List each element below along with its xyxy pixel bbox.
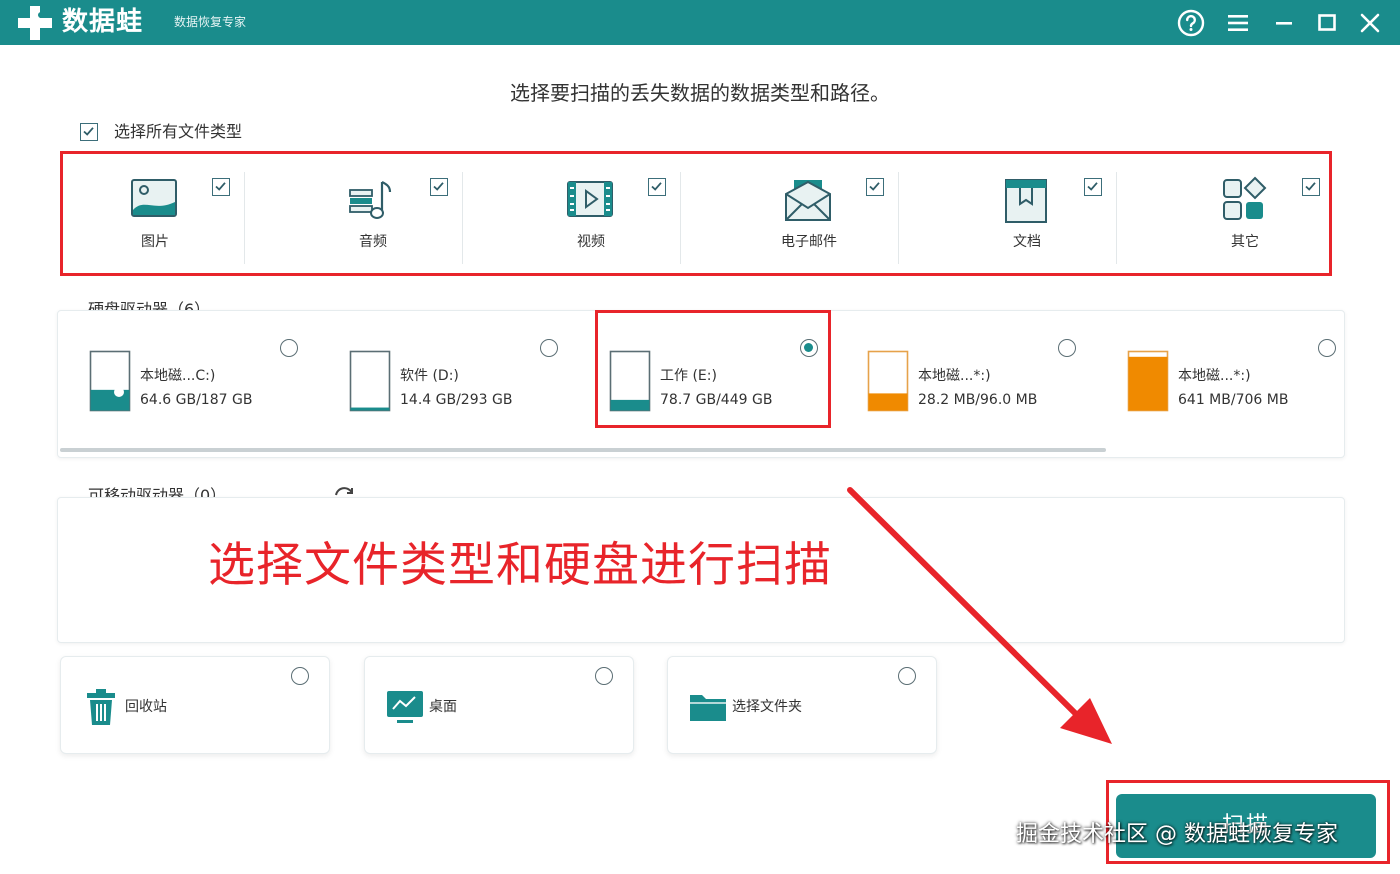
logo-icon <box>18 6 52 40</box>
menu-icon[interactable] <box>1223 8 1253 38</box>
drive-size: 14.4 GB/293 GB <box>400 392 513 408</box>
folder-icon <box>690 695 726 721</box>
drive-size: 28.2 MB/96.0 MB <box>918 392 1038 408</box>
drive-name: 本地磁...*:) <box>1178 368 1251 384</box>
location-label: 回收站 <box>125 699 167 715</box>
drive-size: 64.6 GB/187 GB <box>140 392 253 408</box>
drive-item[interactable]: 本地磁...*:) 28.2 MB/96.0 MB <box>838 332 1093 422</box>
app-brand: 数据蛙 <box>62 7 144 37</box>
drive-name: 本地磁...C:) <box>140 368 216 384</box>
location-radio[interactable] <box>291 667 309 685</box>
drive-icon <box>349 350 391 412</box>
drive-radio[interactable] <box>1318 339 1336 357</box>
drive-name: 软件 (D:) <box>400 368 459 384</box>
minimize-icon[interactable] <box>1269 8 1299 38</box>
location-desktop[interactable]: 桌面 <box>364 656 634 754</box>
location-label: 桌面 <box>429 699 457 715</box>
drive-name: 本地磁...*:) <box>918 368 991 384</box>
drive-item[interactable]: 本地磁...C:) 64.6 GB/187 GB <box>60 332 315 422</box>
watermark-text: 掘金技术社区 @ 数据蛙恢复专家 <box>1016 822 1338 847</box>
drive-size: 641 MB/706 MB <box>1178 392 1289 408</box>
drive-radio[interactable] <box>540 339 558 357</box>
drive-icon <box>1127 350 1169 412</box>
drive-item[interactable]: 本地磁...*:) 641 MB/706 MB <box>1098 332 1353 422</box>
location-label: 选择文件夹 <box>732 699 802 715</box>
location-radio[interactable] <box>898 667 916 685</box>
hard-drives-scrollbar[interactable] <box>60 448 1106 452</box>
desktop-icon <box>387 691 423 723</box>
location-folder[interactable]: 选择文件夹 <box>667 656 937 754</box>
page-headline: 选择要扫描的丢失数据的数据类型和路径。 <box>510 81 890 105</box>
drive-radio[interactable] <box>1058 339 1076 357</box>
location-radio[interactable] <box>595 667 613 685</box>
selected-drive-highlight <box>595 310 831 428</box>
help-icon[interactable] <box>1176 8 1206 38</box>
app-subtitle: 数据恢复专家 <box>174 15 247 29</box>
select-all-label: 选择所有文件类型 <box>114 122 243 141</box>
title-bar: 数据蛙 数据恢复专家 <box>0 0 1400 45</box>
drive-icon <box>867 350 909 412</box>
close-icon[interactable] <box>1355 8 1385 38</box>
annotation-text: 选择文件类型和硬盘进行扫描 <box>208 538 832 593</box>
recycle-bin-icon <box>87 689 115 725</box>
maximize-icon[interactable] <box>1312 8 1342 38</box>
select-all-checkbox[interactable] <box>80 123 98 141</box>
check-icon <box>83 127 94 136</box>
location-recycle-bin[interactable]: 回收站 <box>60 656 330 754</box>
file-types-highlight <box>60 151 1332 276</box>
drive-radio[interactable] <box>280 339 298 357</box>
drive-icon <box>89 350 131 412</box>
drive-item[interactable]: 软件 (D:) 14.4 GB/293 GB <box>320 332 575 422</box>
